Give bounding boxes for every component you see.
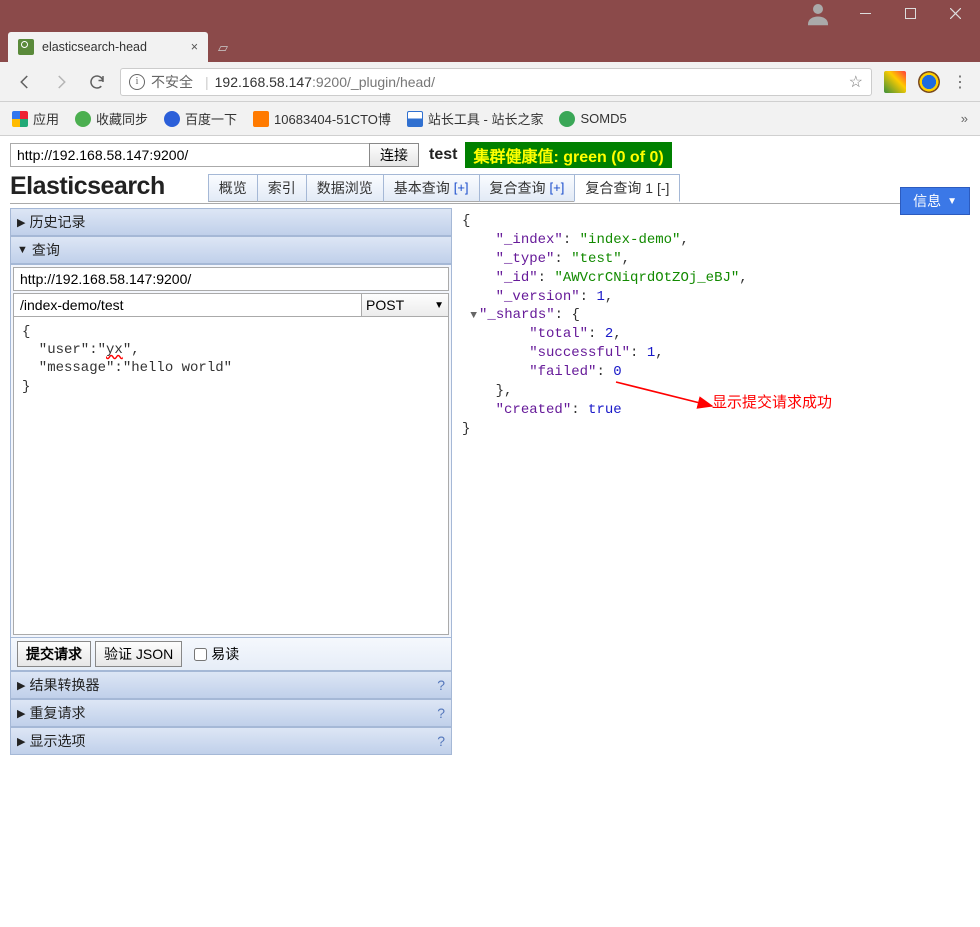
- bookmark-item[interactable]: 百度一下: [164, 109, 237, 128]
- annotation-arrow-icon: [612, 378, 722, 418]
- triangle-right-icon: ▶: [17, 735, 25, 748]
- help-icon[interactable]: ?: [437, 705, 445, 721]
- tab-title: elasticsearch-head: [42, 40, 147, 54]
- triangle-right-icon: ▶: [17, 679, 25, 692]
- tab-strip: elasticsearch-head × ▱: [0, 27, 980, 62]
- query-form: POST▼ { "user":"yx", "message":"hello wo…: [10, 264, 452, 638]
- back-button[interactable]: [12, 69, 38, 95]
- tab-indices[interactable]: 索引: [257, 174, 307, 202]
- tab-compound-query-1[interactable]: 复合查询 1 [-]: [574, 174, 680, 202]
- chrome-menu-icon[interactable]: ⋮: [952, 72, 968, 92]
- chevron-down-icon: ▼: [434, 300, 444, 311]
- bookmark-favicon-icon: [164, 111, 180, 127]
- response-viewer: { "_index": "index-demo", "_type": "test…: [452, 208, 970, 927]
- address-bar: i 不安全 | 192.168.58.147:9200/_plugin/head…: [0, 62, 980, 102]
- bookmark-favicon-icon: [253, 111, 269, 127]
- cluster-health-badge: 集群健康值: green (0 of 0): [465, 142, 671, 168]
- chevron-down-icon: ▼: [947, 196, 957, 207]
- query-body-textarea[interactable]: { "user":"yx", "message":"hello world" }: [13, 317, 449, 635]
- forward-button[interactable]: [48, 69, 74, 95]
- tab-compound-query[interactable]: 复合查询[+]: [479, 174, 576, 202]
- tab-browser[interactable]: 数据浏览: [306, 174, 384, 202]
- new-tab-icon[interactable]: ▱: [218, 40, 228, 56]
- query-path-input[interactable]: [13, 293, 362, 317]
- url-host: 192.168.58.147: [215, 74, 312, 90]
- panel-query[interactable]: ▼查询: [10, 236, 452, 264]
- maximize-button[interactable]: [888, 0, 933, 27]
- url-port: :9200: [312, 74, 347, 90]
- tab-close-icon[interactable]: ×: [191, 40, 198, 54]
- bookmarks-overflow-icon[interactable]: »: [961, 111, 968, 126]
- pretty-label: 易读: [211, 644, 239, 664]
- cluster-name: test: [429, 146, 457, 164]
- query-method-select[interactable]: POST▼: [361, 293, 449, 317]
- help-icon[interactable]: ?: [437, 733, 445, 749]
- apps-grid-icon: [12, 111, 28, 127]
- extension-icon-2[interactable]: [918, 71, 940, 93]
- collapse-toggle-icon[interactable]: ▼: [470, 309, 477, 324]
- help-icon[interactable]: ?: [437, 677, 445, 693]
- bookmark-favicon-icon: [559, 111, 575, 127]
- triangle-right-icon: ▶: [17, 707, 25, 720]
- bookmark-favicon-icon: [75, 111, 91, 127]
- connect-url-input[interactable]: [10, 143, 370, 167]
- insecure-label: 不安全: [151, 72, 193, 92]
- es-head-app: 连接 test 集群健康值: green (0 of 0) Elasticsea…: [0, 136, 980, 921]
- site-info-icon[interactable]: i: [129, 74, 145, 90]
- url-path: /_plugin/head/: [347, 74, 435, 90]
- bookmarks-bar: 应用 收藏同步 百度一下 10683404-51CTO博 站长工具 - 站长之家…: [0, 102, 980, 136]
- tab-basic-query[interactable]: 基本查询[+]: [383, 174, 480, 202]
- favicon-icon: [18, 39, 34, 55]
- action-row: 提交请求 验证 JSON 易读: [10, 638, 452, 671]
- pretty-checkbox[interactable]: [194, 648, 207, 661]
- bookmark-item[interactable]: SOMD5: [559, 111, 626, 127]
- window-titlebar: [0, 0, 980, 27]
- extension-icon-1[interactable]: [884, 71, 906, 93]
- apps-button[interactable]: 应用: [12, 109, 59, 128]
- close-button[interactable]: [933, 0, 978, 27]
- bookmark-item[interactable]: 站长工具 - 站长之家: [407, 109, 544, 128]
- triangle-right-icon: ▶: [17, 216, 25, 229]
- address-input[interactable]: i 不安全 | 192.168.58.147:9200/_plugin/head…: [120, 68, 872, 96]
- bookmark-item[interactable]: 10683404-51CTO博: [253, 109, 391, 128]
- bookmark-favicon-icon: [407, 111, 423, 127]
- reload-button[interactable]: [84, 69, 110, 95]
- query-server-input[interactable]: [13, 267, 449, 291]
- panel-repeat-request[interactable]: ▶重复请求?: [10, 699, 452, 727]
- bookmark-item[interactable]: 收藏同步: [75, 109, 148, 128]
- tab-overview[interactable]: 概览: [208, 174, 258, 202]
- profile-icon[interactable]: [803, 0, 833, 29]
- submit-request-button[interactable]: 提交请求: [17, 641, 91, 667]
- panel-display-options[interactable]: ▶显示选项?: [10, 727, 452, 755]
- browser-tab[interactable]: elasticsearch-head ×: [8, 32, 208, 62]
- validate-json-button[interactable]: 验证 JSON: [95, 641, 182, 667]
- annotation-text: 显示提交请求成功: [712, 393, 832, 413]
- app-logo: Elasticsearch: [10, 172, 169, 203]
- panel-history[interactable]: ▶历史记录: [10, 208, 452, 236]
- connect-button[interactable]: 连接: [369, 143, 419, 167]
- minimize-button[interactable]: [843, 0, 888, 27]
- bookmark-star-icon[interactable]: ☆: [849, 72, 863, 92]
- panel-result-transformer[interactable]: ▶结果转换器?: [10, 671, 452, 699]
- triangle-down-icon: ▼: [17, 244, 28, 256]
